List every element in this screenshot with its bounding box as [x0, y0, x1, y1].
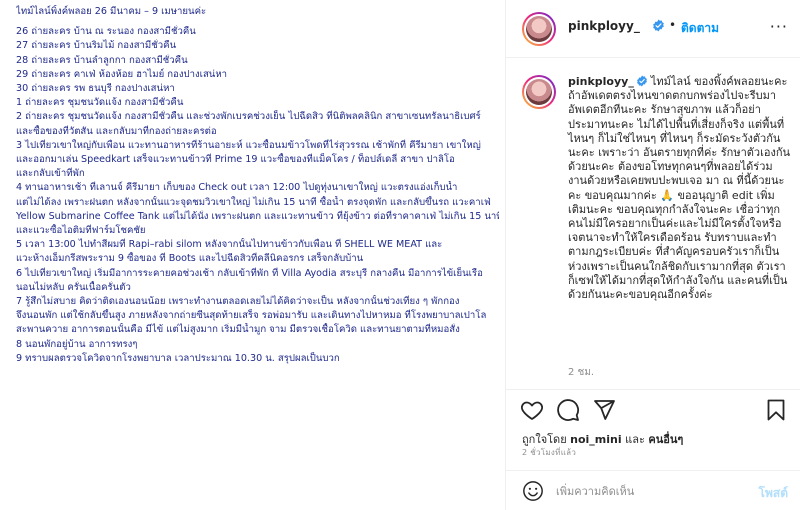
comment-icon[interactable]	[556, 398, 580, 422]
timeline-line: 2 ถ่ายละคร ชุมชนวัดแจ้ง กองสามีชั่วคืน แ…	[16, 111, 481, 123]
more-options-icon[interactable]: ···	[770, 17, 788, 36]
post-comment-button[interactable]: โพสต์	[759, 484, 788, 503]
timeline-line: 1 ถ่ายละคร ชุมชนวัดแจ้ง กองสามีชั่วคืน	[16, 97, 184, 109]
timeline-line: 28 ถ่ายละคร บ้านลำลูกกา กองสามีชั่วคืน	[16, 54, 188, 66]
post-date: 2 ชั่วโมงที่แล้ว	[522, 448, 577, 457]
likes-conj: และ	[625, 433, 645, 446]
caption-avatar[interactable]	[522, 75, 556, 109]
emoji-icon[interactable]	[522, 480, 544, 502]
timeline-line: แวะห้างเอ็มกรีสพระราม 9 ซื้อของ ที่ Boot…	[16, 253, 364, 265]
timeline-line: นอนไม่หลับ ครั่นเนื้อครั่นตัว	[16, 281, 131, 293]
caption-section: pinkployy_ ไทม์ไลน์ ของพิ้งค์พลอยนะคะ ถ้…	[506, 59, 800, 390]
timeline-line: 27 ถ่ายละคร บ้านริมไม้ กองสามีชั่วคืน	[16, 40, 177, 52]
caption-body: pinkployy_ ไทม์ไลน์ ของพิ้งค์พลอยนะคะ ถ้…	[568, 75, 790, 302]
timeline-line: 29 ถ่ายละคร คาเฟ่ ห้องห้อย ฮาไมย์ กองปาง…	[16, 68, 228, 80]
heart-icon[interactable]	[520, 398, 544, 422]
caption-timestamp: 2 ชม.	[568, 367, 595, 378]
timeline-line: 9 ทราบผลตรวจโควิดจากโรงพยาบาล เวลาประมาณ…	[16, 352, 340, 364]
timeline-line: 26 ถ่ายละคร บ้าน ณ ระนอง กองสามีชั่วคืน	[16, 26, 196, 38]
liker-username[interactable]: noi_mini	[570, 433, 622, 446]
share-icon[interactable]	[592, 398, 616, 422]
timeline-line: 7 รู้สึกไม่สบาย คิดว่าติดเองนอนน้อย เพรา…	[16, 296, 460, 308]
header-avatar[interactable]	[522, 12, 556, 46]
timeline-text-list: ไทม์ไลน์พิ้งค์พลอย 26 มีนาคม – 9 เมษายนค…	[16, 5, 499, 366]
timeline-line: และแวะซื้อไอติมที่ฟาร์มโชคชัย	[16, 225, 146, 237]
comment-input[interactable]	[556, 481, 736, 501]
timeline-line: และกลับเข้าที่พัก	[16, 168, 85, 180]
timeline-line: 3 ไปเที่ยวเขาใหญ่กับเพื่อน แวะทานอาหารที…	[16, 139, 481, 151]
timeline-line: 5 เวลา 13:00 ไปทำสีผมที่ Rapi–rabi silom…	[16, 239, 443, 251]
likes-others-link[interactable]: คนอื่นๆ	[648, 433, 683, 446]
timeline-line: 4 ทานอาหารเช้า ที่เลานจ์ คีรีมายา เก็บขอ…	[16, 182, 458, 194]
caption-username[interactable]: pinkployy_	[568, 75, 634, 88]
separator-dot: •	[669, 18, 677, 32]
timeline-title: ไทม์ไลน์พิ้งค์พลอย 26 มีนาคม – 9 เมษายนค…	[16, 6, 207, 17]
action-bar	[506, 392, 800, 428]
timeline-line: แต่ไม่ได้ลง เพราะฝนตก หลังจากนั้นแวะจุดช…	[16, 196, 491, 208]
bookmark-icon[interactable]	[764, 398, 788, 422]
post-image-timeline: ไทม์ไลน์พิ้งค์พลอย 26 มีนาคม – 9 เมษายนค…	[0, 0, 505, 510]
header-username[interactable]: pinkployy_	[568, 19, 640, 33]
comment-bar: โพสต์	[506, 470, 800, 510]
instagram-post-view: ไทม์ไลน์พิ้งค์พลอย 26 มีนาคม – 9 เมษายนค…	[0, 0, 800, 510]
timeline-line: Yellow Submarine Coffee Tank แต่ไม่ได้นั…	[16, 210, 499, 222]
post-side-panel: pinkployy_ • ติดตาม ··· pinkployy_ ไทม์ไ…	[505, 0, 800, 510]
verified-badge-icon	[653, 19, 664, 32]
follow-button[interactable]: ติดตาม	[681, 19, 719, 38]
timeline-line: 8 นอนพักอยู่บ้าน อาการทรงๆ	[16, 338, 138, 350]
likes-prefix: ถูกใจโดย	[522, 433, 567, 446]
timeline-line: สะพานควาย อาการตอนนั้นคือ มีไข้ แต่ไม่สู…	[16, 324, 460, 336]
timeline-line: 30 ถ่ายละคร รพ ธนบุรี กองปางเสน่หา	[16, 83, 175, 95]
timeline-line: 6 ไปเที่ยวเขาใหญ่ เริ่มมีอาการระคายคอช่ว…	[16, 267, 483, 279]
verified-badge-icon	[636, 75, 647, 87]
timeline-line: และออกมาเล่น Speedkart เสร็จแวะทานข้าวที…	[16, 154, 455, 166]
post-header: pinkployy_ • ติดตาม ···	[506, 0, 800, 58]
timeline-line: และซื้อของที่วัตสัน และกลับมาที่กองถ่ายล…	[16, 125, 217, 137]
timeline-line: จึงนอนพัก แต่ใช้กลับขึ้นสูง ภายหลังจากถ่…	[16, 310, 487, 322]
caption-text: ไทม์ไลน์ ของพิ้งค์พลอยนะคะ ถ้าอัพเดตตรงไ…	[568, 75, 791, 302]
